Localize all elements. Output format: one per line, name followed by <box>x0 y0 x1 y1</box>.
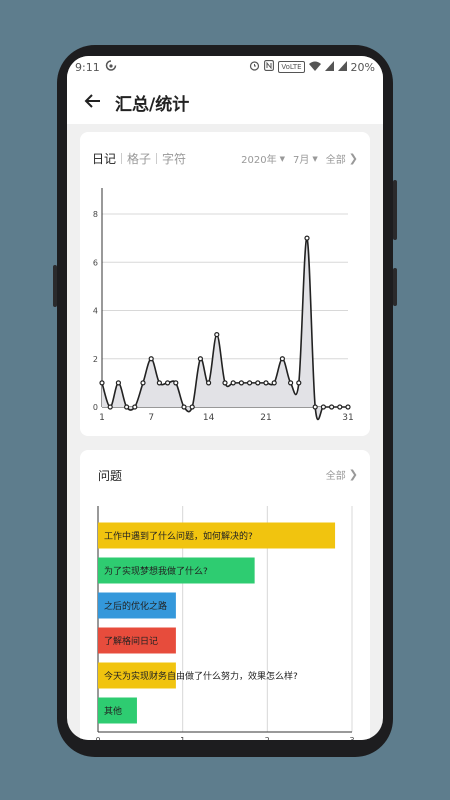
data-point <box>99 380 105 386</box>
data-point <box>320 404 326 410</box>
data-point <box>329 404 335 410</box>
bar-label: 之后的优化之路 <box>104 600 167 612</box>
x-tick-label: 3 <box>349 736 354 740</box>
data-point <box>296 380 302 386</box>
volte-badge: VoLTE <box>278 61 305 73</box>
bar-label: 其他 <box>104 705 122 717</box>
screen: 9:11 VoLTE 20% 汇总/统计 日记 格子 字符 2020年 ▼ 7月… <box>67 56 383 740</box>
data-point <box>107 404 113 410</box>
bar-label: 工作中遇到了什么问题，如何解决的? <box>104 530 253 542</box>
alarm-icon <box>249 60 260 74</box>
data-point <box>271 380 277 386</box>
data-point <box>140 380 146 386</box>
data-point <box>222 380 228 386</box>
phone-side-button <box>53 265 57 307</box>
sync-icon <box>105 59 117 76</box>
x-tick-label: 21 <box>260 413 271 423</box>
y-tick-label: 8 <box>93 210 98 219</box>
daily-entries-chart: 0 2 4 6 8 1 7 14 21 31 <box>93 188 354 423</box>
phone-side-button <box>393 180 397 240</box>
questions-chart: 0 1 2 3 工作中遇到了什么问题，如何解决的? 为了实现梦想我做了什么? 之后的优化之路… <box>95 506 355 740</box>
data-point <box>189 404 195 410</box>
page-title: 汇总/统计 <box>115 95 190 115</box>
data-point <box>115 380 122 386</box>
data-point <box>304 235 310 241</box>
data-point <box>337 404 343 410</box>
data-point <box>156 380 163 386</box>
app-bar: 汇总/统计 <box>67 80 383 124</box>
signal-icon <box>324 60 334 74</box>
data-point <box>197 356 204 362</box>
back-button[interactable] <box>81 89 105 113</box>
data-point <box>173 380 179 386</box>
data-point <box>206 380 212 386</box>
data-point <box>123 404 130 410</box>
wifi-icon <box>308 61 321 74</box>
bar-label: 了解格间日记 <box>104 635 158 647</box>
data-point <box>181 404 187 410</box>
data-point <box>148 356 154 362</box>
status-icons: VoLTE 20% <box>249 60 375 74</box>
x-tick-label: 1 <box>180 736 185 740</box>
x-tick-label: 7 <box>148 413 154 423</box>
data-point <box>247 380 253 386</box>
data-point <box>263 380 269 386</box>
data-point <box>132 404 138 410</box>
signal-icon <box>337 60 347 74</box>
y-tick-label: 6 <box>93 258 98 267</box>
status-time: 9:11 <box>75 61 100 74</box>
data-point <box>214 332 220 338</box>
y-tick-label: 0 <box>93 403 98 412</box>
data-point <box>238 380 244 386</box>
data-point <box>164 380 171 386</box>
bar-label: 今天为实现财务自由做了什么努力，效果怎么样? <box>104 670 298 682</box>
stats-card: 日记 格子 字符 2020年 ▼ 7月 ▼ 全部 ❯ 0 2 4 6 8 1 7 14 21 31 <box>80 132 370 436</box>
bar-label: 为了实现梦想我做了什么? <box>104 565 208 577</box>
x-tick-label: 1 <box>99 413 105 423</box>
status-bar: 9:11 VoLTE 20% <box>67 56 383 80</box>
x-tick-label: 14 <box>203 413 215 423</box>
data-point <box>345 404 351 410</box>
data-point <box>230 380 236 386</box>
phone-side-button <box>393 268 397 306</box>
x-tick-label: 2 <box>265 736 270 740</box>
y-tick-label: 4 <box>93 307 98 316</box>
data-point <box>288 380 294 386</box>
battery-text: 20% <box>350 60 375 74</box>
nfc-icon <box>264 60 275 74</box>
x-tick-label: 31 <box>342 413 353 423</box>
y-tick-label: 2 <box>93 355 98 364</box>
data-point <box>255 380 261 386</box>
x-tick-label: 0 <box>95 736 100 740</box>
data-point <box>312 404 318 410</box>
arrow-left-icon <box>84 94 100 108</box>
data-point <box>279 356 285 362</box>
questions-card: 问题 全部 ❯ 0123工作中遇到了什么问题，如何解决的?为了实现梦想我做了什么… <box>80 450 370 740</box>
